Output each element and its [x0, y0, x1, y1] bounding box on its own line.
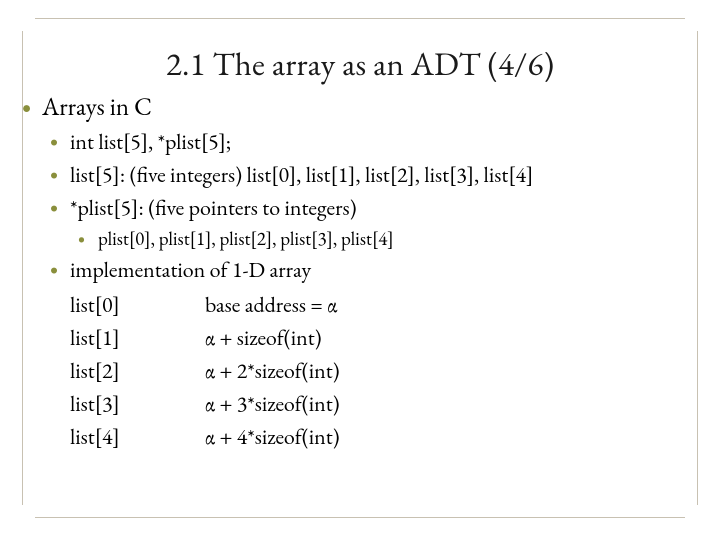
table-row: list[4] α + 4*sizeof(int) [70, 420, 706, 453]
bullet-text: int list[5], *plist[5]; [70, 127, 231, 156]
addr-index: list[0] [70, 288, 205, 321]
bullet-text: implementation of 1-D array [70, 255, 311, 284]
addr-index: list[3] [70, 387, 205, 420]
addr-value: base address = α [205, 288, 706, 321]
bullet-text: Arrays in C [42, 91, 152, 123]
bullet-list-level1: Arrays in C int list[5], *plist[5]; list… [14, 91, 706, 453]
table-row: list[0] base address = α [70, 288, 706, 321]
bullet-text: list[5]: (five integers) list[0], list[1… [70, 160, 533, 189]
addr-index: list[4] [70, 420, 205, 453]
table-row: list[3] α + 3*sizeof(int) [70, 387, 706, 420]
address-table: list[0] base address = α list[1] α + siz… [70, 288, 706, 453]
slide: 2.1 The array as an ADT (4/6) Arrays in … [0, 0, 720, 540]
bullet-implementation: implementation of 1-D array list[0] base… [42, 253, 706, 453]
bullet-list-level3: plist[0], plist[1], plist[2], plist[3], … [70, 224, 706, 253]
table-row: list[2] α + 2*sizeof(int) [70, 354, 706, 387]
table-row: list[1] α + sizeof(int) [70, 321, 706, 354]
bullet-text: plist[0], plist[1], plist[2], plist[3], … [98, 226, 394, 251]
addr-index: list[2] [70, 354, 205, 387]
bullet-list-level2: int list[5], *plist[5]; list[5]: (five i… [42, 125, 706, 453]
bullet-arrays-in-c: Arrays in C int list[5], *plist[5]; list… [14, 91, 706, 453]
addr-value: α + 4*sizeof(int) [205, 420, 706, 453]
addr-value: α + sizeof(int) [205, 321, 706, 354]
bullet-declaration: int list[5], *plist[5]; [42, 125, 706, 158]
addr-index: list[1] [70, 321, 205, 354]
bullet-text: *plist[5]: (five pointers to integers) [70, 193, 357, 222]
addr-value: α + 2*sizeof(int) [205, 354, 706, 387]
slide-title: 2.1 The array as an ADT (4/6) [14, 42, 706, 85]
bullet-list5-desc: list[5]: (five integers) list[0], list[1… [42, 158, 706, 191]
bullet-plist-members: plist[0], plist[1], plist[2], plist[3], … [70, 224, 706, 253]
addr-value: α + 3*sizeof(int) [205, 387, 706, 420]
bullet-plist5-desc: *plist[5]: (five pointers to integers) p… [42, 191, 706, 253]
